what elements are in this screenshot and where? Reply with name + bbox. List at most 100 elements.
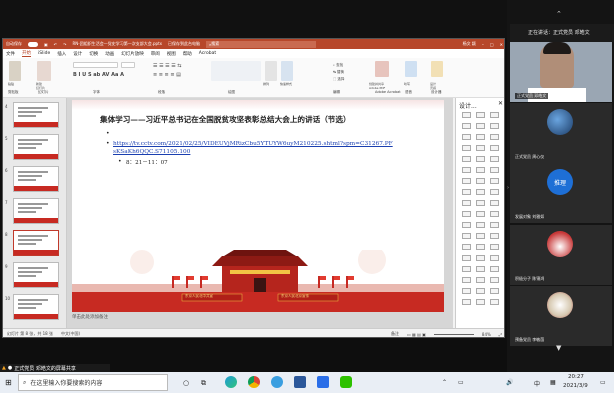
participant-tile[interactable]: 推理 发展对象 刘雅如 xyxy=(510,163,612,223)
layout-option[interactable] xyxy=(462,145,471,151)
align-row[interactable]: ≡ ≡ ≡ ≡ ▤ xyxy=(153,72,181,78)
tab-10[interactable]: 帮助 xyxy=(183,51,192,57)
undo-icon[interactable]: ↶ xyxy=(54,42,57,47)
layout-option[interactable] xyxy=(490,189,499,195)
view-buttons[interactable]: ▭ ▦ ▤ ▣ xyxy=(407,332,426,337)
font-size-box[interactable] xyxy=(121,62,135,68)
tab-1[interactable]: 开始 xyxy=(22,50,31,57)
redo-icon[interactable]: ↷ xyxy=(63,42,66,47)
layout-option[interactable] xyxy=(476,266,485,272)
layout-option[interactable] xyxy=(490,112,499,118)
clock-date[interactable]: 2021/3/9 xyxy=(563,383,588,389)
cortana-icon[interactable]: ○ xyxy=(183,379,189,387)
maximize-icon[interactable]: □ xyxy=(490,42,494,47)
layout-option[interactable] xyxy=(490,123,499,129)
paste-button[interactable] xyxy=(9,61,21,81)
layout-option[interactable] xyxy=(476,200,485,206)
wechat-icon[interactable] xyxy=(340,376,352,388)
tab-9[interactable]: 视图 xyxy=(167,51,176,57)
notification-icon[interactable]: ▭ xyxy=(600,379,606,386)
layout-option[interactable] xyxy=(462,156,471,162)
slide-video-link[interactable]: https://tv.cctv.com/2021/02/25/VIDEUVjMR… xyxy=(113,140,433,156)
slide-thumbnail[interactable] xyxy=(13,102,59,128)
minimize-icon[interactable]: – xyxy=(482,42,484,47)
tab-4[interactable]: 设计 xyxy=(73,51,82,57)
tab-5[interactable]: 切换 xyxy=(89,51,98,57)
shapes-gallery[interactable] xyxy=(211,61,261,81)
designer-button[interactable] xyxy=(431,61,443,77)
layout-option[interactable] xyxy=(476,189,485,195)
slide-thumbnail[interactable] xyxy=(13,262,59,288)
notes-area[interactable]: 单击此处添加备注 xyxy=(64,312,450,322)
tab-2[interactable]: iSlide xyxy=(38,51,50,56)
layout-option[interactable] xyxy=(490,299,499,305)
save-icon[interactable]: ▣ xyxy=(44,42,48,47)
layout-option[interactable] xyxy=(476,211,485,217)
task-view-icon[interactable]: ⧉ xyxy=(201,379,206,388)
title-search-box[interactable]: ⌕ 搜索 xyxy=(206,40,316,48)
meeting-collapse-icon[interactable]: ⌃ xyxy=(556,10,562,18)
user-name[interactable]: 杨文 颖 xyxy=(463,41,476,47)
layout-option[interactable] xyxy=(462,134,471,140)
layout-option[interactable] xyxy=(490,266,499,272)
layout-option[interactable] xyxy=(462,233,471,239)
layout-option[interactable] xyxy=(490,211,499,217)
layout-option[interactable] xyxy=(490,233,499,239)
arrange-button[interactable] xyxy=(265,61,277,81)
layout-option[interactable] xyxy=(490,244,499,250)
layout-option[interactable] xyxy=(490,178,499,184)
layout-option[interactable] xyxy=(476,299,485,305)
sidebar-expand-icon[interactable]: › xyxy=(507,185,509,191)
tab-0[interactable]: 文件 xyxy=(6,51,15,57)
dictate-button[interactable] xyxy=(405,61,417,77)
layout-option[interactable] xyxy=(490,222,499,228)
layout-option[interactable] xyxy=(462,255,471,261)
zoom-level[interactable]: 84% xyxy=(482,332,491,337)
tab-3[interactable]: 插入 xyxy=(57,51,66,57)
layout-option[interactable] xyxy=(476,156,485,162)
scroll-down-icon[interactable]: ▼ xyxy=(556,344,561,352)
clock-time[interactable]: 20:27 xyxy=(568,374,584,380)
adobe-pdf-button[interactable] xyxy=(375,61,389,77)
slide-thumbnail[interactable] xyxy=(13,166,59,192)
edge-icon[interactable] xyxy=(225,376,237,388)
tencent-meeting-icon[interactable] xyxy=(317,376,329,388)
chrome-icon[interactable] xyxy=(248,376,260,388)
tray-up-icon[interactable]: ⌃ xyxy=(442,379,447,386)
layout-option[interactable] xyxy=(462,222,471,228)
layout-option[interactable] xyxy=(476,277,485,283)
layout-option[interactable] xyxy=(476,222,485,228)
layout-option[interactable] xyxy=(476,244,485,250)
layout-option[interactable] xyxy=(462,189,471,195)
pane-close-icon[interactable]: ✕ xyxy=(498,100,503,107)
tab-8[interactable]: 审阅 xyxy=(151,51,160,57)
layout-option[interactable] xyxy=(476,145,485,151)
layout-option[interactable] xyxy=(476,178,485,184)
start-icon[interactable]: ⊞ xyxy=(5,378,12,387)
taskbar-search[interactable]: ⌕ 在这里输入你要搜索的内容 xyxy=(18,374,168,391)
layout-option[interactable] xyxy=(476,167,485,173)
participant-tile[interactable]: 正式党员 邓皓文 xyxy=(510,42,612,102)
layout-option[interactable] xyxy=(490,145,499,151)
layout-option[interactable] xyxy=(490,288,499,294)
tab-7[interactable]: 幻灯片放映 xyxy=(121,51,144,57)
word-icon[interactable] xyxy=(294,376,306,388)
notes-button[interactable]: 备注 xyxy=(391,331,399,337)
participant-tile[interactable]: 正式党员 周心仪 xyxy=(510,103,612,163)
participant-tile[interactable]: 积极分子 陈锦鸿 xyxy=(510,225,612,285)
slide-thumbnail[interactable] xyxy=(13,134,59,160)
ime-indicator[interactable]: 中 xyxy=(534,379,540,388)
layout-option[interactable] xyxy=(476,123,485,129)
layout-option[interactable] xyxy=(462,277,471,283)
editing-group[interactable]: ⌕ 查找 ↹ 替换 ⬚ 选择 xyxy=(333,62,344,83)
layout-option[interactable] xyxy=(490,200,499,206)
layout-option[interactable] xyxy=(476,255,485,261)
app-icon[interactable] xyxy=(271,376,283,388)
paragraph-row[interactable]: ☰ ☰ ☰ ☰ ⇆ xyxy=(153,63,181,69)
layout-option[interactable] xyxy=(476,288,485,294)
layout-option[interactable] xyxy=(490,156,499,162)
layout-option[interactable] xyxy=(476,233,485,239)
layout-option[interactable] xyxy=(476,112,485,118)
layout-option[interactable] xyxy=(462,178,471,184)
layout-option[interactable] xyxy=(462,211,471,217)
